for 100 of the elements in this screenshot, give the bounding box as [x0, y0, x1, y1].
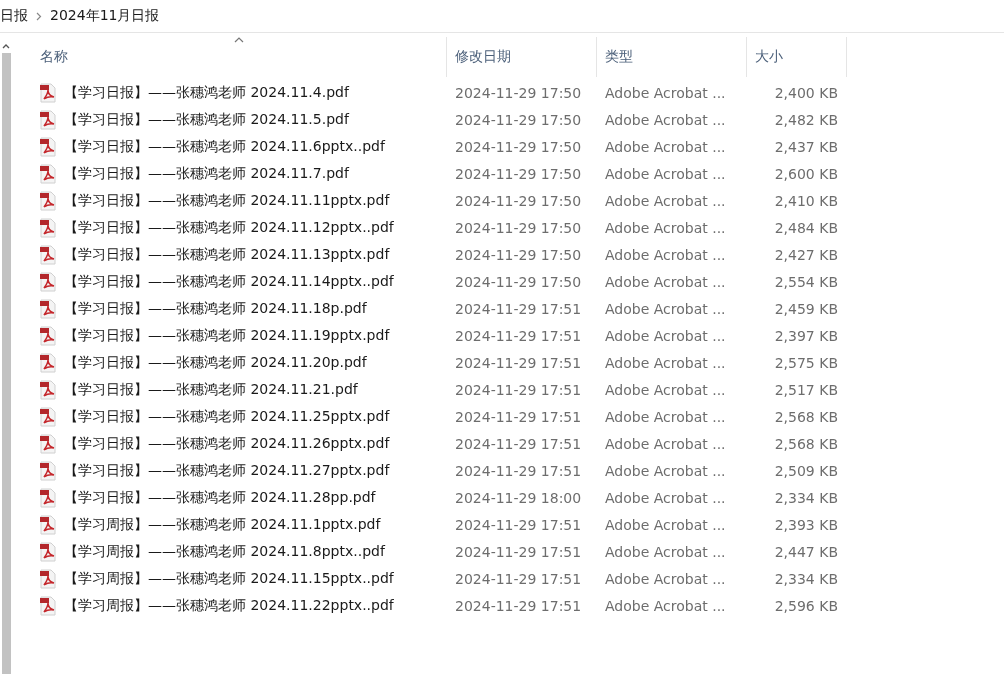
modified-date: 2024-11-29 17:51 — [454, 408, 583, 425]
file-size: 2,554 KB — [773, 273, 839, 290]
file-type: Adobe Acrobat ... — [604, 273, 727, 290]
scroll-up-icon[interactable] — [2, 43, 10, 49]
file-name[interactable]: 【学习日报】——张穗鸿老师 2024.11.11pptx.pdf — [64, 191, 390, 210]
pdf-file-icon — [38, 244, 58, 265]
pdf-file-icon — [38, 379, 58, 400]
modified-date: 2024-11-29 17:50 — [454, 219, 583, 236]
pdf-file-icon — [38, 190, 58, 211]
pdf-file-icon — [38, 271, 58, 292]
file-size: 2,509 KB — [773, 462, 839, 479]
file-name[interactable]: 【学习日报】——张穗鸿老师 2024.11.25pptx.pdf — [64, 407, 390, 426]
file-name[interactable]: 【学习日报】——张穗鸿老师 2024.11.26pptx.pdf — [64, 434, 390, 453]
modified-date: 2024-11-29 17:51 — [454, 435, 583, 452]
file-size: 2,427 KB — [773, 246, 839, 263]
modified-date: 2024-11-29 17:51 — [454, 300, 583, 317]
file-size: 2,437 KB — [773, 138, 839, 155]
pdf-file-icon — [38, 514, 58, 535]
modified-date: 2024-11-29 17:50 — [454, 84, 583, 101]
file-type: Adobe Acrobat ... — [604, 489, 727, 506]
file-type: Adobe Acrobat ... — [604, 327, 727, 344]
file-type: Adobe Acrobat ... — [604, 570, 727, 587]
file-name[interactable]: 【学习日报】——张穗鸿老师 2024.11.28pp.pdf — [64, 488, 376, 507]
column-header[interactable]: 类型 — [597, 37, 747, 77]
file-size: 2,393 KB — [773, 516, 839, 533]
file-size: 2,568 KB — [773, 435, 839, 452]
file-name[interactable]: 【学习日报】——张穗鸿老师 2024.11.6pptx..pdf — [64, 137, 385, 156]
file-name[interactable]: 【学习周报】——张穗鸿老师 2024.11.1pptx.pdf — [64, 515, 381, 534]
modified-date: 2024-11-29 17:51 — [454, 462, 583, 479]
file-type: Adobe Acrobat ... — [604, 192, 727, 209]
scrollbar-thumb[interactable] — [1, 53, 11, 674]
file-type: Adobe Acrobat ... — [604, 597, 727, 614]
modified-date: 2024-11-29 17:51 — [454, 516, 583, 533]
column-header[interactable]: 大小 — [747, 37, 847, 77]
file-name[interactable]: 【学习日报】——张穗鸿老师 2024.11.13pptx.pdf — [64, 245, 390, 264]
file-type: Adobe Acrobat ... — [604, 516, 727, 533]
modified-date: 2024-11-29 18:00 — [454, 489, 583, 506]
file-type: Adobe Acrobat ... — [604, 84, 727, 101]
file-type: Adobe Acrobat ... — [604, 381, 727, 398]
modified-date: 2024-11-29 17:51 — [454, 354, 583, 371]
file-name[interactable]: 【学习日报】——张穗鸿老师 2024.11.20p.pdf — [64, 353, 367, 372]
file-name[interactable]: 【学习日报】——张穗鸿老师 2024.11.27pptx.pdf — [64, 461, 390, 480]
pdf-file-icon — [38, 298, 58, 319]
column-header[interactable]: 名称 — [32, 37, 447, 77]
pdf-file-icon — [38, 352, 58, 373]
file-size: 2,568 KB — [773, 408, 839, 425]
pdf-file-icon — [38, 595, 58, 616]
column-header[interactable]: 修改日期 — [447, 37, 597, 77]
file-size: 2,334 KB — [773, 489, 839, 506]
file-type: Adobe Acrobat ... — [604, 300, 727, 317]
file-size: 2,596 KB — [773, 597, 839, 614]
pdf-file-icon — [38, 460, 58, 481]
file-type: Adobe Acrobat ... — [604, 165, 727, 182]
modified-date: 2024-11-29 17:51 — [454, 381, 583, 398]
pdf-file-icon — [38, 163, 58, 184]
file-name[interactable]: 【学习日报】——张穗鸿老师 2024.11.14pptx..pdf — [64, 272, 394, 291]
file-name[interactable]: 【学习日报】——张穗鸿老师 2024.11.4.pdf — [64, 83, 349, 102]
breadcrumb-item[interactable]: 日报 — [0, 7, 28, 25]
modified-date: 2024-11-29 17:50 — [454, 165, 583, 182]
pdf-file-icon — [38, 136, 58, 157]
file-type: Adobe Acrobat ... — [604, 435, 727, 452]
breadcrumb-item[interactable]: 2024年11月日报 — [50, 7, 160, 25]
file-size: 2,447 KB — [773, 543, 839, 560]
file-name[interactable]: 【学习日报】——张穗鸿老师 2024.11.5.pdf — [64, 110, 349, 129]
file-type: Adobe Acrobat ... — [604, 246, 727, 263]
file-name[interactable]: 【学习周报】——张穗鸿老师 2024.11.8pptx..pdf — [64, 542, 385, 561]
file-type: Adobe Acrobat ... — [604, 462, 727, 479]
file-type: Adobe Acrobat ... — [604, 408, 727, 425]
file-size: 2,600 KB — [773, 165, 839, 182]
file-name[interactable]: 【学习日报】——张穗鸿老师 2024.11.7.pdf — [64, 164, 349, 183]
file-name[interactable]: 【学习日报】——张穗鸿老师 2024.11.21.pdf — [64, 380, 358, 399]
file-name[interactable]: 【学习日报】——张穗鸿老师 2024.11.19pptx.pdf — [64, 326, 390, 345]
file-size: 2,517 KB — [773, 381, 839, 398]
pdf-file-icon — [38, 487, 58, 508]
pdf-file-icon — [38, 325, 58, 346]
file-size: 2,410 KB — [773, 192, 839, 209]
file-size: 2,334 KB — [773, 570, 839, 587]
modified-date: 2024-11-29 17:51 — [454, 543, 583, 560]
modified-date: 2024-11-29 17:50 — [454, 273, 583, 290]
chevron-right-icon — [36, 11, 42, 21]
modified-date: 2024-11-29 17:51 — [454, 570, 583, 587]
file-name[interactable]: 【学习周报】——张穗鸿老师 2024.11.22pptx..pdf — [64, 596, 394, 615]
file-size: 2,397 KB — [773, 327, 839, 344]
file-type: Adobe Acrobat ... — [604, 111, 727, 128]
file-size: 2,575 KB — [773, 354, 839, 371]
pdf-file-icon — [38, 541, 58, 562]
file-name[interactable]: 【学习日报】——张穗鸿老师 2024.11.18p.pdf — [64, 299, 367, 318]
file-type: Adobe Acrobat ... — [604, 138, 727, 155]
file-type: Adobe Acrobat ... — [604, 219, 727, 236]
file-type: Adobe Acrobat ... — [604, 354, 727, 371]
pdf-file-icon — [38, 217, 58, 238]
modified-date: 2024-11-29 17:50 — [454, 138, 583, 155]
file-name[interactable]: 【学习周报】——张穗鸿老师 2024.11.15pptx..pdf — [64, 569, 394, 588]
pdf-file-icon — [38, 82, 58, 103]
file-size: 2,459 KB — [773, 300, 839, 317]
pdf-file-icon — [38, 406, 58, 427]
file-size: 2,482 KB — [773, 111, 839, 128]
file-name[interactable]: 【学习日报】——张穗鸿老师 2024.11.12pptx..pdf — [64, 218, 394, 237]
modified-date: 2024-11-29 17:51 — [454, 597, 583, 614]
pdf-file-icon — [38, 568, 58, 589]
